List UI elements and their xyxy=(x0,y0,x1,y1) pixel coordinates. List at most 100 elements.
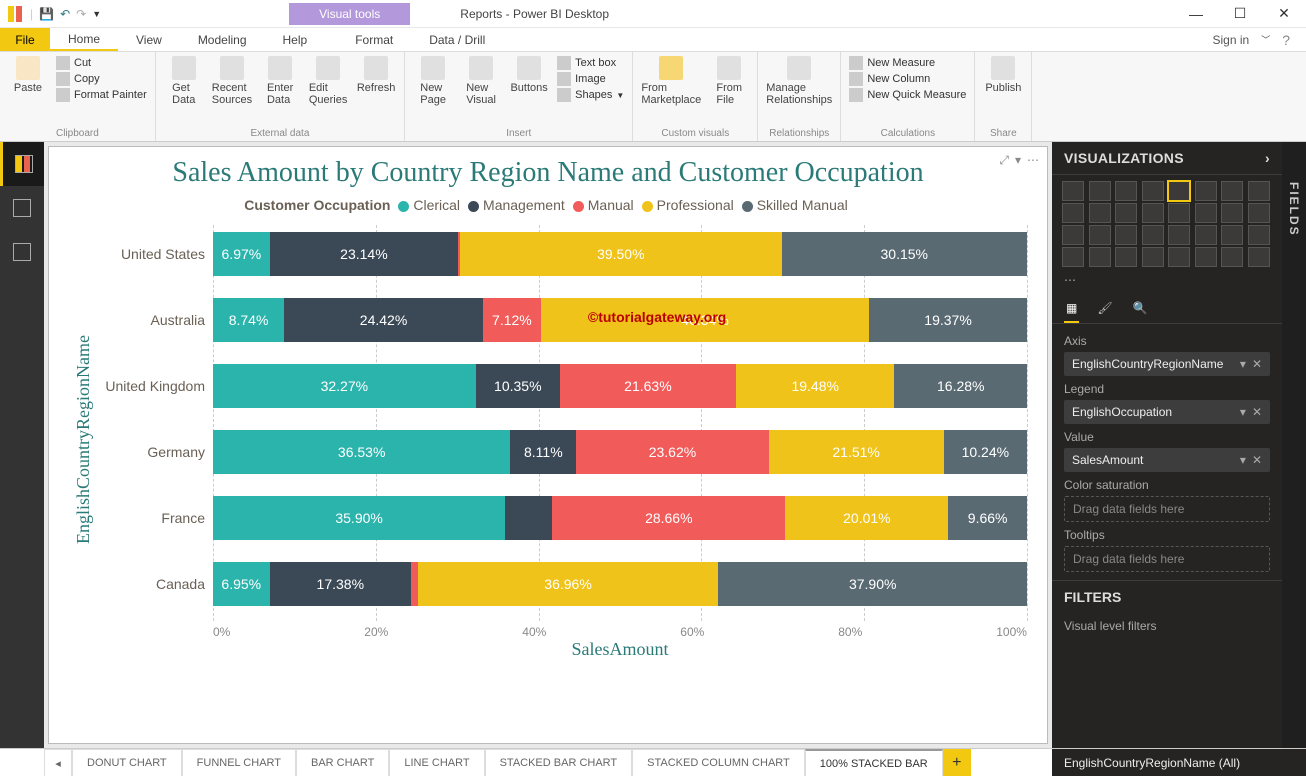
viz-type-icon[interactable] xyxy=(1248,247,1270,267)
qat-dropdown-icon[interactable]: ▼ xyxy=(92,9,101,19)
data-drill-menu[interactable]: Data / Drill xyxy=(411,28,503,51)
recent-sources-button[interactable]: Recent Sources xyxy=(212,56,252,106)
color-saturation-well[interactable]: Drag data fields here xyxy=(1064,496,1270,522)
bar-segment[interactable]: 17.38% xyxy=(270,562,411,606)
tooltips-well[interactable]: Drag data fields here xyxy=(1064,546,1270,572)
bar-segment[interactable]: 19.48% xyxy=(736,364,895,408)
bar-segment[interactable]: 32.27% xyxy=(213,364,476,408)
viz-type-icon[interactable] xyxy=(1168,225,1190,245)
from-marketplace-button[interactable]: From Marketplace xyxy=(641,56,701,106)
bar-segment[interactable]: 23.62% xyxy=(576,430,768,474)
bar-segment[interactable]: 9.66% xyxy=(948,496,1027,540)
tab-donut[interactable]: DONUT CHART xyxy=(72,749,182,776)
viz-type-icon[interactable] xyxy=(1195,225,1217,245)
viz-type-icon[interactable] xyxy=(1142,181,1164,201)
format-painter-button[interactable]: Format Painter xyxy=(56,88,147,102)
viz-type-icon[interactable] xyxy=(1142,225,1164,245)
help-icon[interactable]: ? xyxy=(1282,32,1290,48)
bar-segment[interactable]: 10.24% xyxy=(944,430,1027,474)
buttons-button[interactable]: Buttons xyxy=(509,56,549,94)
format-menu[interactable]: Format xyxy=(337,28,411,51)
publish-button[interactable]: Publish xyxy=(983,56,1023,94)
scroll-tabs-left[interactable]: ◂ xyxy=(44,749,72,776)
viz-type-icon[interactable] xyxy=(1142,203,1164,223)
collapse-pane-icon[interactable]: › xyxy=(1265,150,1270,166)
legend-field[interactable]: EnglishOccupation ▾✕ xyxy=(1064,400,1270,424)
chevron-down-icon[interactable]: ▾ xyxy=(1240,357,1246,371)
bar-segment[interactable]: 8.74% xyxy=(213,298,284,342)
fields-pane-collapsed[interactable]: FIELDS xyxy=(1282,142,1306,748)
edit-queries-button[interactable]: Edit Queries xyxy=(308,56,348,106)
fields-tab[interactable]: ▦ xyxy=(1064,297,1079,323)
paste-button[interactable]: Paste xyxy=(8,56,48,94)
viz-type-icon[interactable] xyxy=(1142,247,1164,267)
redo-icon[interactable]: ↷ xyxy=(76,7,86,21)
new-quick-measure-button[interactable]: New Quick Measure xyxy=(849,88,966,102)
bar-segment[interactable]: 19.37% xyxy=(869,298,1027,342)
tab-stacked-bar[interactable]: STACKED BAR CHART xyxy=(485,749,633,776)
bar-stack[interactable]: 36.53%8.11%23.62%21.51%10.24% xyxy=(213,430,1027,474)
viz-type-icon[interactable] xyxy=(1062,203,1084,223)
text-box-button[interactable]: Text box xyxy=(557,56,624,70)
bar-segment[interactable]: 21.51% xyxy=(769,430,944,474)
viz-type-icon[interactable] xyxy=(1168,247,1190,267)
legend-item[interactable]: Manual xyxy=(573,197,634,213)
new-visual-button[interactable]: New Visual xyxy=(461,56,501,106)
chevron-down-icon[interactable]: ▾ xyxy=(1240,405,1246,419)
viz-type-icon[interactable] xyxy=(1248,225,1270,245)
viz-type-icon[interactable] xyxy=(1248,181,1270,201)
bar-segment[interactable]: 35.90% xyxy=(213,496,505,540)
cut-button[interactable]: Cut xyxy=(56,56,147,70)
bar-segment[interactable]: 10.35% xyxy=(476,364,560,408)
save-icon[interactable]: 💾 xyxy=(39,7,54,21)
enter-data-button[interactable]: Enter Data xyxy=(260,56,300,106)
bar-segment[interactable]: 30.15% xyxy=(782,232,1027,276)
model-view-nav[interactable] xyxy=(0,230,44,274)
viz-type-icon[interactable] xyxy=(1115,181,1137,201)
legend-item[interactable]: Skilled Manual xyxy=(742,197,848,213)
bar-stack[interactable]: 35.90%28.66%20.01%9.66% xyxy=(213,496,1027,540)
bar-segment[interactable]: 28.66% xyxy=(552,496,785,540)
copy-button[interactable]: Copy xyxy=(56,72,147,86)
viz-type-icon[interactable] xyxy=(1221,225,1243,245)
legend-item[interactable]: Professional xyxy=(642,197,734,213)
bar-segment[interactable]: 21.63% xyxy=(560,364,736,408)
bar-segment[interactable]: 6.97% xyxy=(213,232,270,276)
tab-stacked-col[interactable]: STACKED COLUMN CHART xyxy=(632,749,805,776)
new-page-button[interactable]: New Page xyxy=(413,56,453,106)
format-tab[interactable]: 🖌 xyxy=(1095,297,1114,323)
maximize-button[interactable]: ☐ xyxy=(1218,0,1262,28)
viz-type-icon[interactable] xyxy=(1089,203,1111,223)
get-data-button[interactable]: Get Data xyxy=(164,56,204,106)
bar-segment[interactable]: 36.53% xyxy=(213,430,510,474)
shapes-button[interactable]: Shapes▼ xyxy=(557,88,624,102)
bar-segment[interactable]: 6.95% xyxy=(213,562,270,606)
viz-type-icon[interactable] xyxy=(1248,203,1270,223)
viz-type-icon[interactable] xyxy=(1115,247,1137,267)
viz-type-icon[interactable] xyxy=(1062,247,1084,267)
report-view-nav[interactable] xyxy=(0,142,44,186)
viz-type-icon[interactable] xyxy=(1115,225,1137,245)
more-viz-icon[interactable]: ⋯ xyxy=(1052,273,1282,293)
chevron-down-icon[interactable]: ▾ xyxy=(1240,453,1246,467)
filters-icon[interactable]: ▾ xyxy=(1015,153,1021,168)
bar-segment[interactable]: 8.11% xyxy=(510,430,576,474)
add-page-button[interactable]: + xyxy=(943,749,971,776)
bar-stack[interactable]: 6.97%23.14%39.50%30.15% xyxy=(213,232,1027,276)
sign-in-link[interactable]: Sign in xyxy=(1212,33,1249,47)
viz-type-icon[interactable] xyxy=(1195,203,1217,223)
bar-segment[interactable]: 16.28% xyxy=(894,364,1027,408)
image-button[interactable]: Image xyxy=(557,72,624,86)
viz-type-icon[interactable] xyxy=(1089,247,1111,267)
legend-item[interactable]: Clerical xyxy=(398,197,460,213)
tab-hundred[interactable]: 100% STACKED BAR xyxy=(805,749,943,776)
viz-type-icon[interactable] xyxy=(1195,181,1217,201)
viz-type-icon[interactable] xyxy=(1221,181,1243,201)
report-canvas[interactable]: ⤢ ▾ ⋯ Sales Amount by Country Region Nam… xyxy=(44,142,1052,748)
viz-type-icon[interactable] xyxy=(1195,247,1217,267)
viz-type-icon[interactable] xyxy=(1221,203,1243,223)
viz-type-icon[interactable] xyxy=(1089,225,1111,245)
analytics-tab[interactable]: 🔍 xyxy=(1131,297,1150,323)
bar-segment[interactable]: 37.90% xyxy=(718,562,1027,606)
tab-bar[interactable]: BAR CHART xyxy=(296,749,389,776)
